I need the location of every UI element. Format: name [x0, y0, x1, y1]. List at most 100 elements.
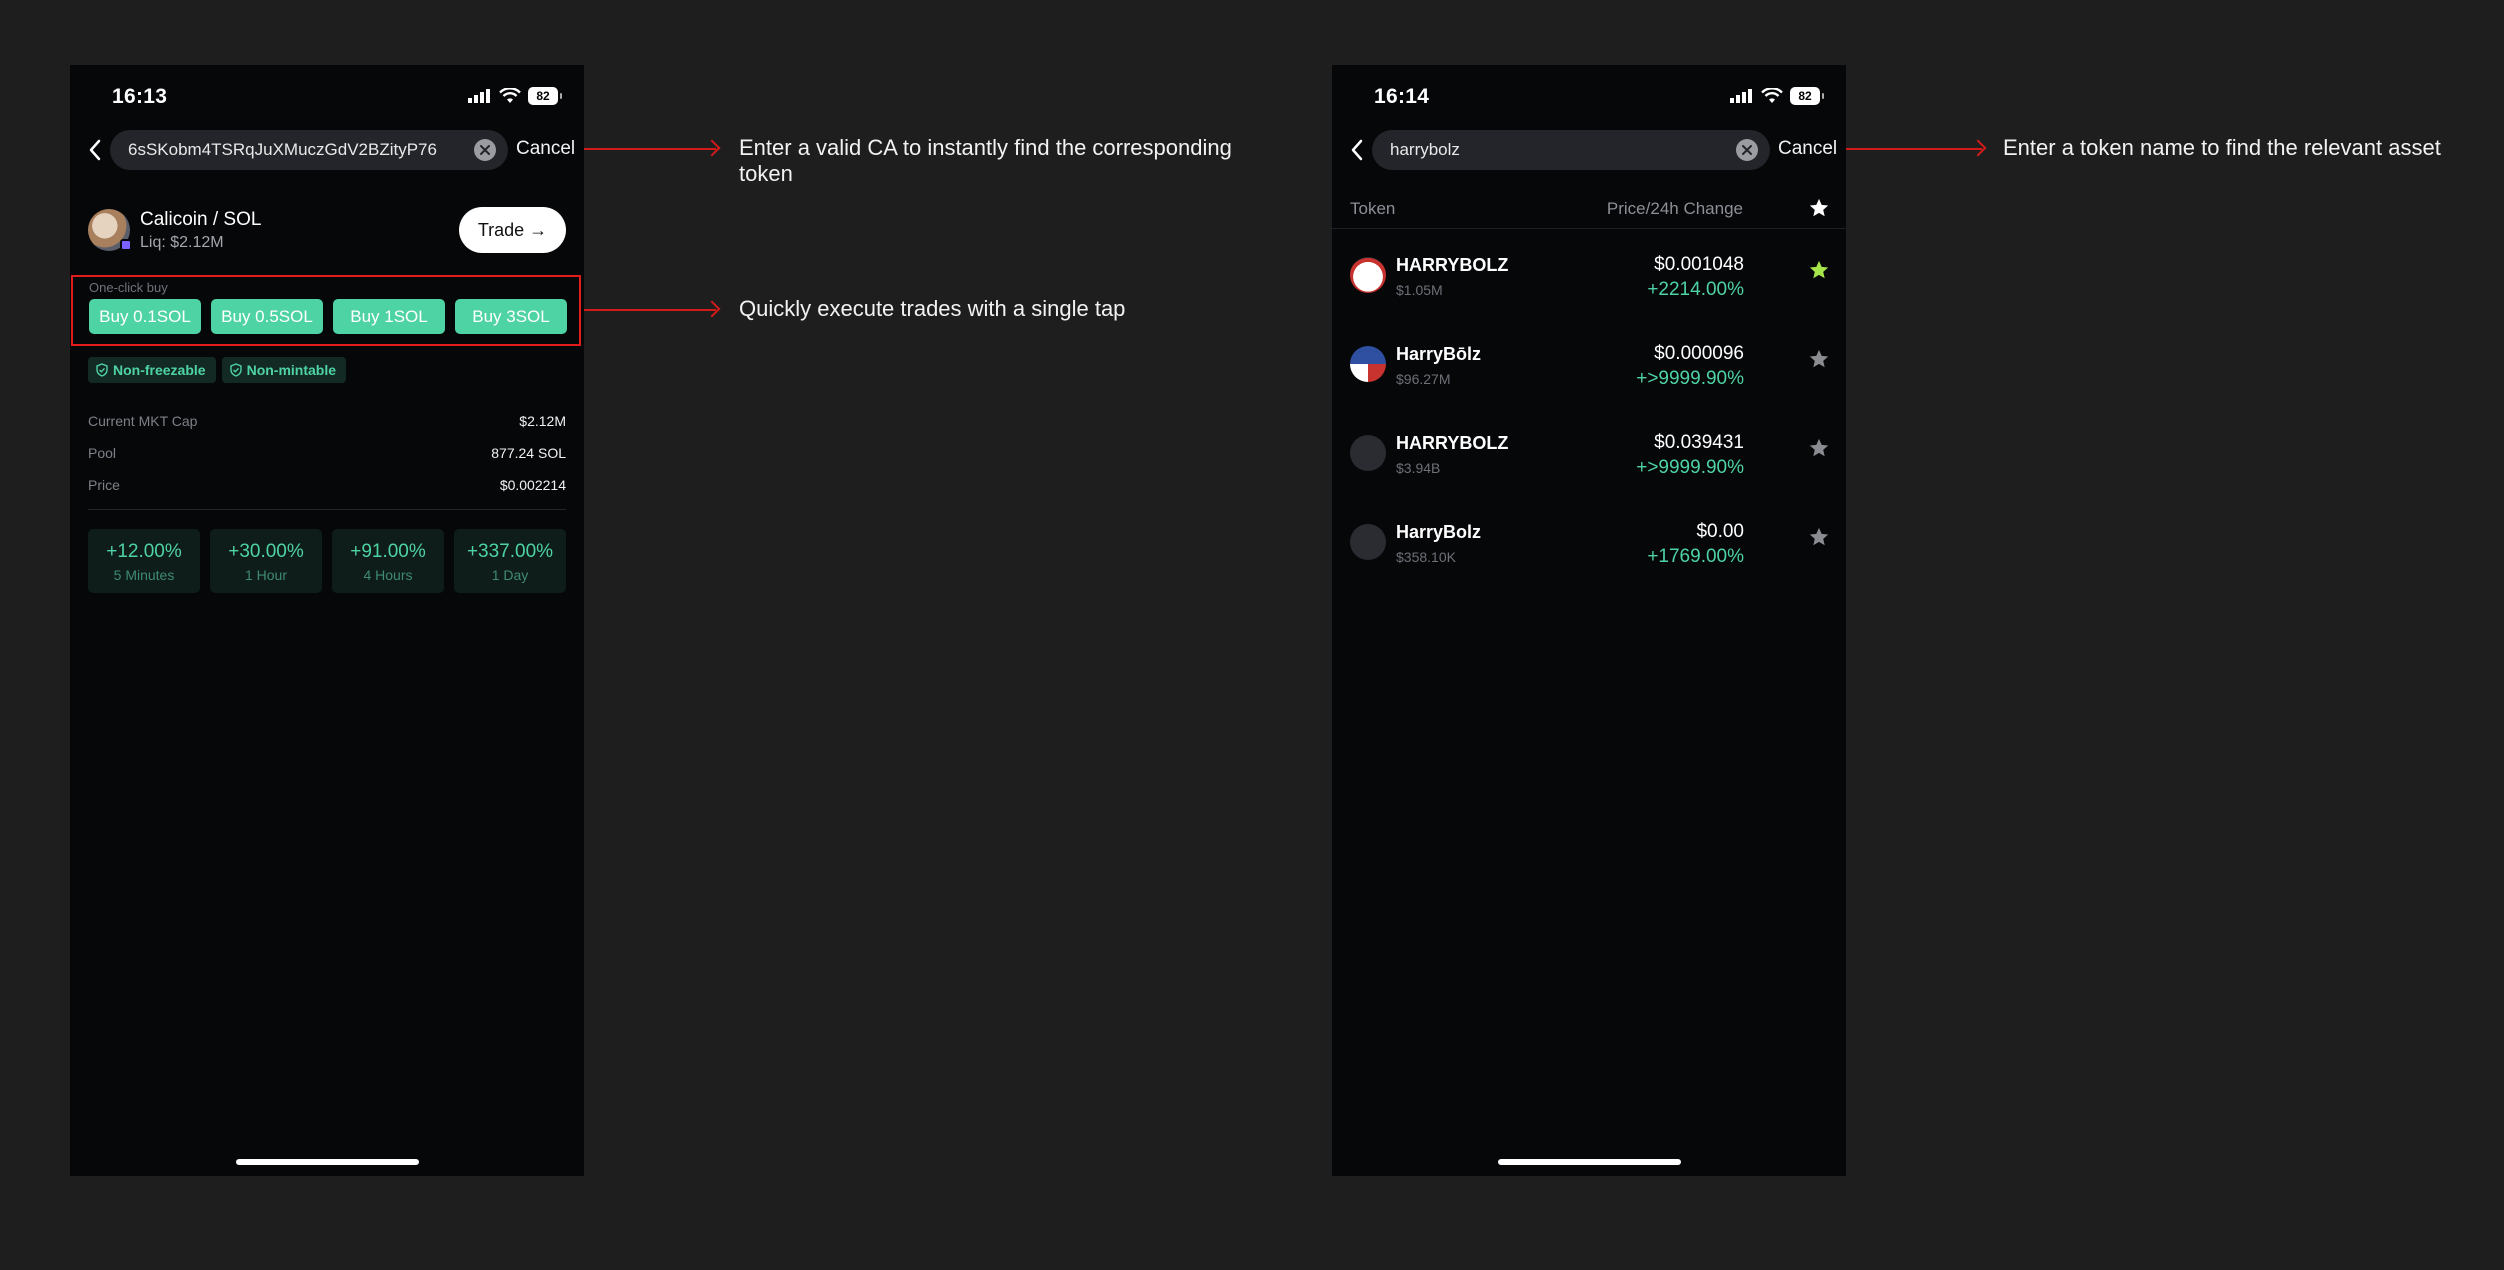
change-period: 5 Minutes [113, 567, 175, 583]
change-period: 4 Hours [363, 567, 413, 583]
column-header-price-change[interactable]: Price/24h Change [1607, 199, 1743, 219]
one-click-buy-panel: One-click buy Buy 0.1SOL Buy 0.5SOL Buy … [71, 275, 581, 346]
token-avatar [1350, 435, 1386, 471]
token-results-list: HARRYBOLZ $1.05M $0.001048 +2214.00% Har… [1332, 245, 1846, 601]
status-icons: 82 [468, 87, 562, 105]
battery-icon: 82 [528, 87, 562, 105]
change-card-4h[interactable]: +91.00% 4 Hours [332, 529, 444, 593]
token-market-cap: $3.94B [1396, 460, 1441, 476]
home-indicator[interactable] [236, 1159, 419, 1165]
search-row: Cancel [1332, 127, 1846, 173]
column-header-token: Token [1350, 199, 1396, 218]
stat-value: $2.12M [519, 413, 566, 429]
status-time: 16:14 [1374, 85, 1430, 108]
buy-0.1sol-button[interactable]: Buy 0.1SOL [89, 299, 201, 334]
search-row: Cancel [70, 127, 584, 173]
stat-row-price: Price $0.002214 [88, 469, 566, 501]
back-arrow-icon[interactable] [1342, 133, 1372, 167]
clear-search-icon[interactable] [474, 139, 496, 161]
token-avatar [1350, 257, 1386, 293]
battery-icon: 82 [1790, 87, 1824, 105]
price-change-cards: +12.00% 5 Minutes +30.00% 1 Hour +91.00%… [88, 529, 566, 593]
change-value: +12.00% [106, 541, 182, 562]
results-header: Token Price/24h Change [1332, 195, 1846, 229]
favorite-star-icon[interactable] [1808, 259, 1830, 281]
token-name: HarryBōlz [1396, 344, 1482, 364]
token-price: $0.000096 [1654, 343, 1744, 364]
status-time: 16:13 [112, 85, 168, 108]
token-change: +>9999.90% [1636, 457, 1744, 478]
one-click-buy-label: One-click buy [89, 280, 168, 295]
tag-non-mintable: Non-mintable [221, 357, 347, 383]
change-card-5m[interactable]: +12.00% 5 Minutes [88, 529, 200, 593]
annotation-arrow-one-click [584, 309, 716, 311]
stat-label: Pool [88, 445, 117, 461]
cancel-button[interactable]: Cancel [1778, 138, 1837, 160]
buy-button-group: Buy 0.1SOL Buy 0.5SOL Buy 1SOL Buy 3SOL [89, 299, 567, 334]
buy-0.5sol-button[interactable]: Buy 0.5SOL [211, 299, 323, 334]
change-card-1h[interactable]: +30.00% 1 Hour [210, 529, 322, 593]
tag-non-freezable: Non-freezable [88, 357, 216, 383]
trade-button[interactable]: Trade → [459, 207, 566, 253]
wifi-icon [1761, 88, 1783, 103]
divider [88, 509, 566, 510]
search-input[interactable] [128, 130, 458, 170]
token-change: +2214.00% [1647, 279, 1744, 300]
chain-badge-icon [120, 239, 132, 251]
token-name: HarryBolz [1396, 522, 1482, 542]
annotation-one-click: Quickly execute trades with a single tap [739, 296, 1126, 321]
search-input[interactable] [1390, 130, 1720, 170]
token-market-cap: $1.05M [1396, 282, 1443, 298]
token-stats: Current MKT Cap $2.12M Pool 877.24 SOL P… [88, 405, 566, 501]
security-tags: Non-freezable Non-mintable [88, 357, 347, 383]
buy-1sol-button[interactable]: Buy 1SOL [333, 299, 445, 334]
token-row[interactable]: HARRYBOLZ $1.05M $0.001048 +2214.00% [1332, 245, 1846, 334]
token-name: HARRYBOLZ [1396, 433, 1509, 453]
change-period: 1 Day [491, 567, 529, 583]
token-name: HARRYBOLZ [1396, 255, 1509, 275]
change-value: +337.00% [466, 541, 554, 562]
change-card-1d[interactable]: +337.00% 1 Day [454, 529, 566, 593]
shield-check-icon [96, 363, 108, 377]
status-icons: 82 [1730, 87, 1824, 105]
status-bar: 16:13 82 [70, 65, 584, 131]
signal-icon [468, 89, 490, 103]
wifi-icon [499, 88, 521, 103]
status-bar: 16:14 82 [1332, 65, 1846, 131]
token-header: Calicoin / SOL Liq: $2.12M Trade → [88, 205, 566, 255]
token-market-cap: $358.10K [1396, 549, 1456, 565]
token-row[interactable]: HarryBōlz $96.27M $0.000096 +>9999.90% [1332, 334, 1846, 423]
token-avatar [1350, 524, 1386, 560]
annotation-arrow-search-ca [584, 148, 716, 150]
token-liquidity: Liq: $2.12M [140, 234, 224, 251]
token-change: +1769.00% [1647, 546, 1744, 567]
clear-search-icon[interactable] [1736, 139, 1758, 161]
token-price: $0.001048 [1654, 254, 1744, 275]
home-indicator[interactable] [1498, 1159, 1681, 1165]
token-change: +>9999.90% [1636, 368, 1744, 389]
cancel-button[interactable]: Cancel [516, 138, 575, 160]
token-row[interactable]: HarryBolz $358.10K $0.00 +1769.00% [1332, 512, 1846, 601]
stat-label: Price [88, 477, 120, 493]
favorite-star-icon[interactable] [1808, 348, 1830, 370]
token-price: $0.00 [1696, 521, 1744, 542]
favorite-star-icon[interactable] [1808, 526, 1830, 548]
annotation-search-ca: Enter a valid CA to instantly find the c… [739, 135, 1232, 186]
search-box [110, 130, 508, 170]
favorite-star-icon[interactable] [1808, 437, 1830, 459]
buy-3sol-button[interactable]: Buy 3SOL [455, 299, 567, 334]
token-avatar [1350, 346, 1386, 382]
phone-screen-name-search: 16:14 82 Cancel Token Price/24h Change H… [1332, 65, 1846, 1176]
tag-label: Non-freezable [113, 362, 206, 378]
token-row[interactable]: HARRYBOLZ $3.94B $0.039431 +>9999.90% [1332, 423, 1846, 512]
back-arrow-icon[interactable] [80, 133, 110, 167]
stat-value: $0.002214 [499, 477, 566, 493]
annotation-search-name: Enter a token name to find the relevant … [2003, 135, 2441, 160]
change-value: +91.00% [350, 541, 426, 562]
token-pair-title: Calicoin / SOL [140, 209, 262, 230]
star-filter-icon[interactable] [1808, 197, 1830, 219]
phone-screen-contract-search: 16:13 82 Cancel Calicoin / SOL Liq: $2.1… [70, 65, 584, 1176]
change-value: +30.00% [228, 541, 304, 562]
search-box [1372, 130, 1770, 170]
annotation-arrow-search-name [1846, 148, 1982, 150]
